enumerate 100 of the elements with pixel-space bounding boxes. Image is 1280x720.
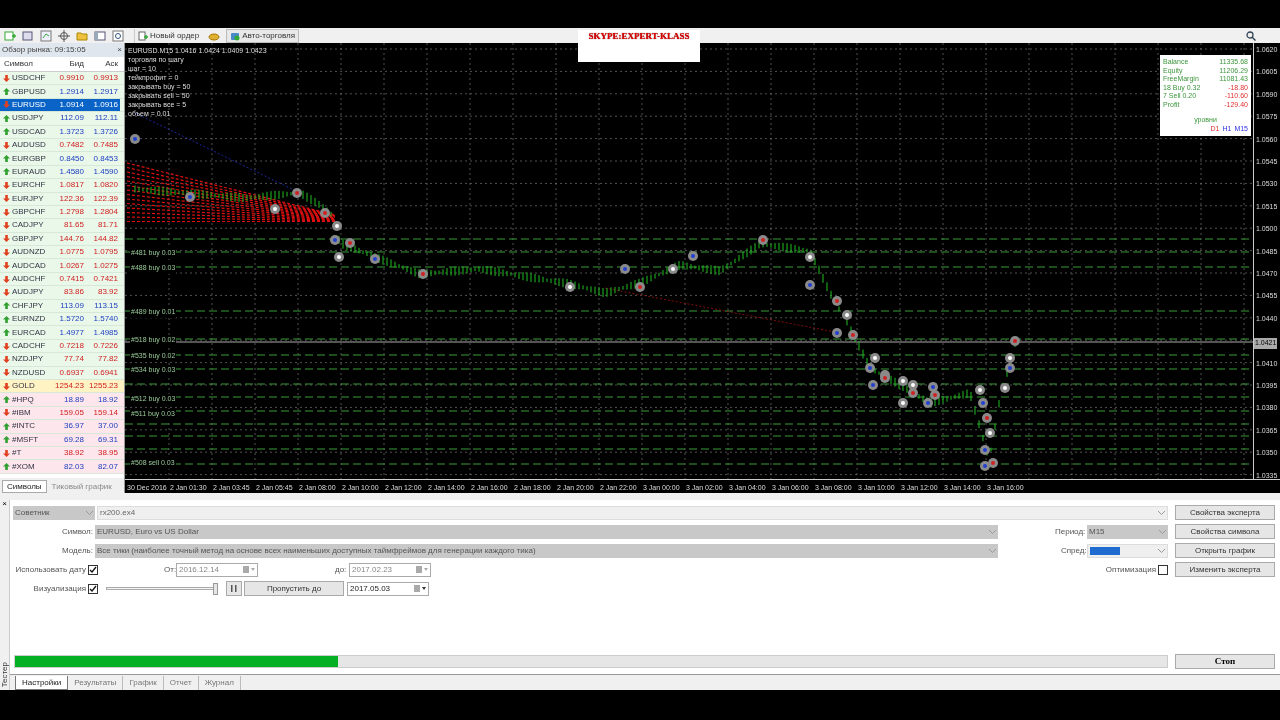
search-icon[interactable]: [1246, 30, 1256, 41]
symbol-name: GOLD: [12, 380, 35, 393]
promo-banner: SKYPE:EXPERT-KLASS: [578, 30, 700, 62]
symbol-name: EURCAD: [12, 326, 46, 339]
symbol-name: #IBM: [12, 406, 31, 419]
expert-select[interactable]: rx200.ex4: [97, 505, 1168, 520]
symbol-row[interactable]: #XOM 82.03 82.07: [0, 460, 124, 474]
visualization-checkbox[interactable]: [88, 583, 98, 594]
symbol-row[interactable]: #HPQ 18.89 18.92: [0, 393, 124, 407]
skip-date-field[interactable]: 2017.05.03: [347, 581, 429, 596]
column-header[interactable]: Символ: [0, 58, 52, 70]
optimization-checkbox[interactable]: [1158, 564, 1168, 575]
panel-tab[interactable]: Символы: [2, 480, 47, 493]
chevron-down-icon: [1158, 548, 1165, 553]
tester-button[interactable]: Свойства символа: [1175, 524, 1275, 539]
calendar-dropdown-icon: [416, 566, 428, 573]
tester-button[interactable]: Открыть график: [1175, 543, 1275, 558]
tester-tab[interactable]: Отчет: [163, 676, 199, 690]
symbol-name: GBPUSD: [12, 85, 46, 98]
symbol-row[interactable]: AUDCAD 1.0267 1.0275: [0, 259, 124, 273]
symbol-name: EURCHF: [12, 179, 46, 192]
symbol-name: AUDJPY: [12, 286, 44, 299]
ask-price: 113.15: [93, 299, 119, 312]
type-select[interactable]: Советник: [13, 505, 95, 520]
calendar-dropdown-icon: [414, 585, 426, 592]
symbol-row[interactable]: AUDNZD 1.0775 1.0795: [0, 246, 124, 260]
crosshair-icon[interactable]: [58, 29, 70, 42]
ask-price: 1.0820: [92, 179, 119, 192]
column-header[interactable]: Бид: [52, 58, 86, 70]
chart-icon[interactable]: [40, 29, 52, 42]
field-label: Период:: [1055, 525, 1085, 538]
to-date-field[interactable]: 2017.02.23: [349, 562, 431, 577]
ask-price: 1.4590: [92, 165, 119, 178]
stop-button[interactable]: Стоп: [1175, 654, 1275, 669]
symbol-name: AUDNZD: [12, 246, 46, 259]
order-marker: [320, 208, 330, 218]
bid-price: 69.28: [62, 433, 85, 446]
bid-price: 1.0775: [58, 246, 85, 259]
chevron-down-icon: [989, 548, 996, 553]
symbol-row[interactable]: NZDJPY 77.74 77.82: [0, 353, 124, 367]
bid-price: 0.8450: [58, 152, 85, 165]
spread-select[interactable]: [1087, 543, 1168, 558]
symbol-select[interactable]: EURUSD, Euro vs US Dollar: [95, 524, 998, 539]
symbol-name: AUDCAD: [12, 259, 46, 272]
ask-price: 1.2804: [92, 206, 119, 219]
tester-button[interactable]: Изменить эксперта: [1175, 562, 1275, 577]
pause-button[interactable]: [226, 581, 242, 596]
checkbox-label: Использовать дату: [14, 563, 87, 576]
close-button[interactable]: ×: [2, 500, 7, 508]
ask-price: 1.0795: [92, 246, 119, 259]
ask-price: 0.6941: [92, 366, 119, 379]
symbol-name: GBPJPY: [12, 232, 44, 245]
ask-price: 0.7226: [92, 340, 119, 352]
calendar-dropdown-icon: [243, 566, 255, 573]
order-marker: [370, 254, 380, 264]
symbol-row[interactable]: EURGBP 0.8450 0.8453: [0, 152, 124, 166]
tester-tab[interactable]: График: [123, 676, 164, 690]
tester-tab[interactable]: Настройки: [15, 676, 69, 690]
new-chart-icon[interactable]: [4, 29, 16, 42]
symbol-row[interactable]: USDJPY 112.09 112.11: [0, 112, 124, 126]
symbol-row[interactable]: GBPUSD 1.2914 1.2917: [0, 85, 124, 99]
pause-icon: [231, 585, 237, 592]
bid-price: 1.2798: [58, 206, 85, 219]
window-icon[interactable]: [22, 29, 34, 42]
field-label: Символ:: [60, 525, 94, 538]
model-select[interactable]: Все тики (наиболее точный метод на основе всех наименьших доступных таймфреймов для генерации каждого тика): [95, 543, 998, 558]
auto-trading-button[interactable]: Авто-торговля: [226, 28, 300, 43]
skip-to-button[interactable]: Пропустить до: [244, 581, 344, 596]
symbol-row[interactable]: CADJPY 81.65 81.71: [0, 219, 124, 233]
tester-button[interactable]: Свойства эксперта: [1175, 505, 1275, 520]
symbol-name: EURUSD: [12, 98, 46, 111]
close-button[interactable]: ×: [117, 44, 122, 56]
order-marker: [908, 388, 918, 398]
period-select[interactable]: M15: [1087, 524, 1168, 539]
ask-price: 83.92: [96, 286, 119, 299]
bid-price: 36.97: [62, 420, 85, 433]
symbol-row[interactable]: EURCAD 1.4977 1.4985: [0, 326, 124, 340]
column-header[interactable]: Аск: [86, 58, 120, 70]
symbol-name: CADCHF: [12, 340, 46, 352]
bid-price: 82.03: [62, 460, 85, 473]
symbol-name: #MSFT: [12, 433, 39, 446]
tester-tab[interactable]: Результаты: [68, 676, 124, 690]
symbol-row[interactable]: EURNZD 1.5720 1.5740: [0, 313, 124, 327]
panel-title: Обзор рынка: 09:15:05: [2, 44, 86, 56]
symbol-row[interactable]: AUDJPY 83.86 83.92: [0, 286, 124, 300]
use-date-checkbox[interactable]: [88, 564, 98, 575]
bid-price: 0.9910: [58, 72, 85, 85]
symbol-row[interactable]: #INTC 36.97 37.00: [0, 420, 124, 434]
symbol-row[interactable]: EURCHF 1.0817 1.0820: [0, 179, 124, 193]
symbol-name: #XOM: [12, 460, 35, 473]
tester-tab[interactable]: Журнал: [198, 676, 241, 690]
symbol-name: CADJPY: [12, 219, 44, 232]
symbol-row[interactable]: USDCHF 0.9910 0.9913: [0, 72, 124, 86]
from-date-field[interactable]: 2016.12.14: [176, 562, 258, 577]
bid-price: 0.6937: [58, 366, 85, 379]
zoom-icon[interactable]: [112, 29, 124, 42]
checkbox-label: Оптимизация: [1105, 563, 1157, 576]
speed-slider[interactable]: [106, 582, 218, 595]
ask-price: 1.4985: [92, 326, 119, 339]
new-order-button[interactable]: Новый ордер: [134, 28, 203, 43]
